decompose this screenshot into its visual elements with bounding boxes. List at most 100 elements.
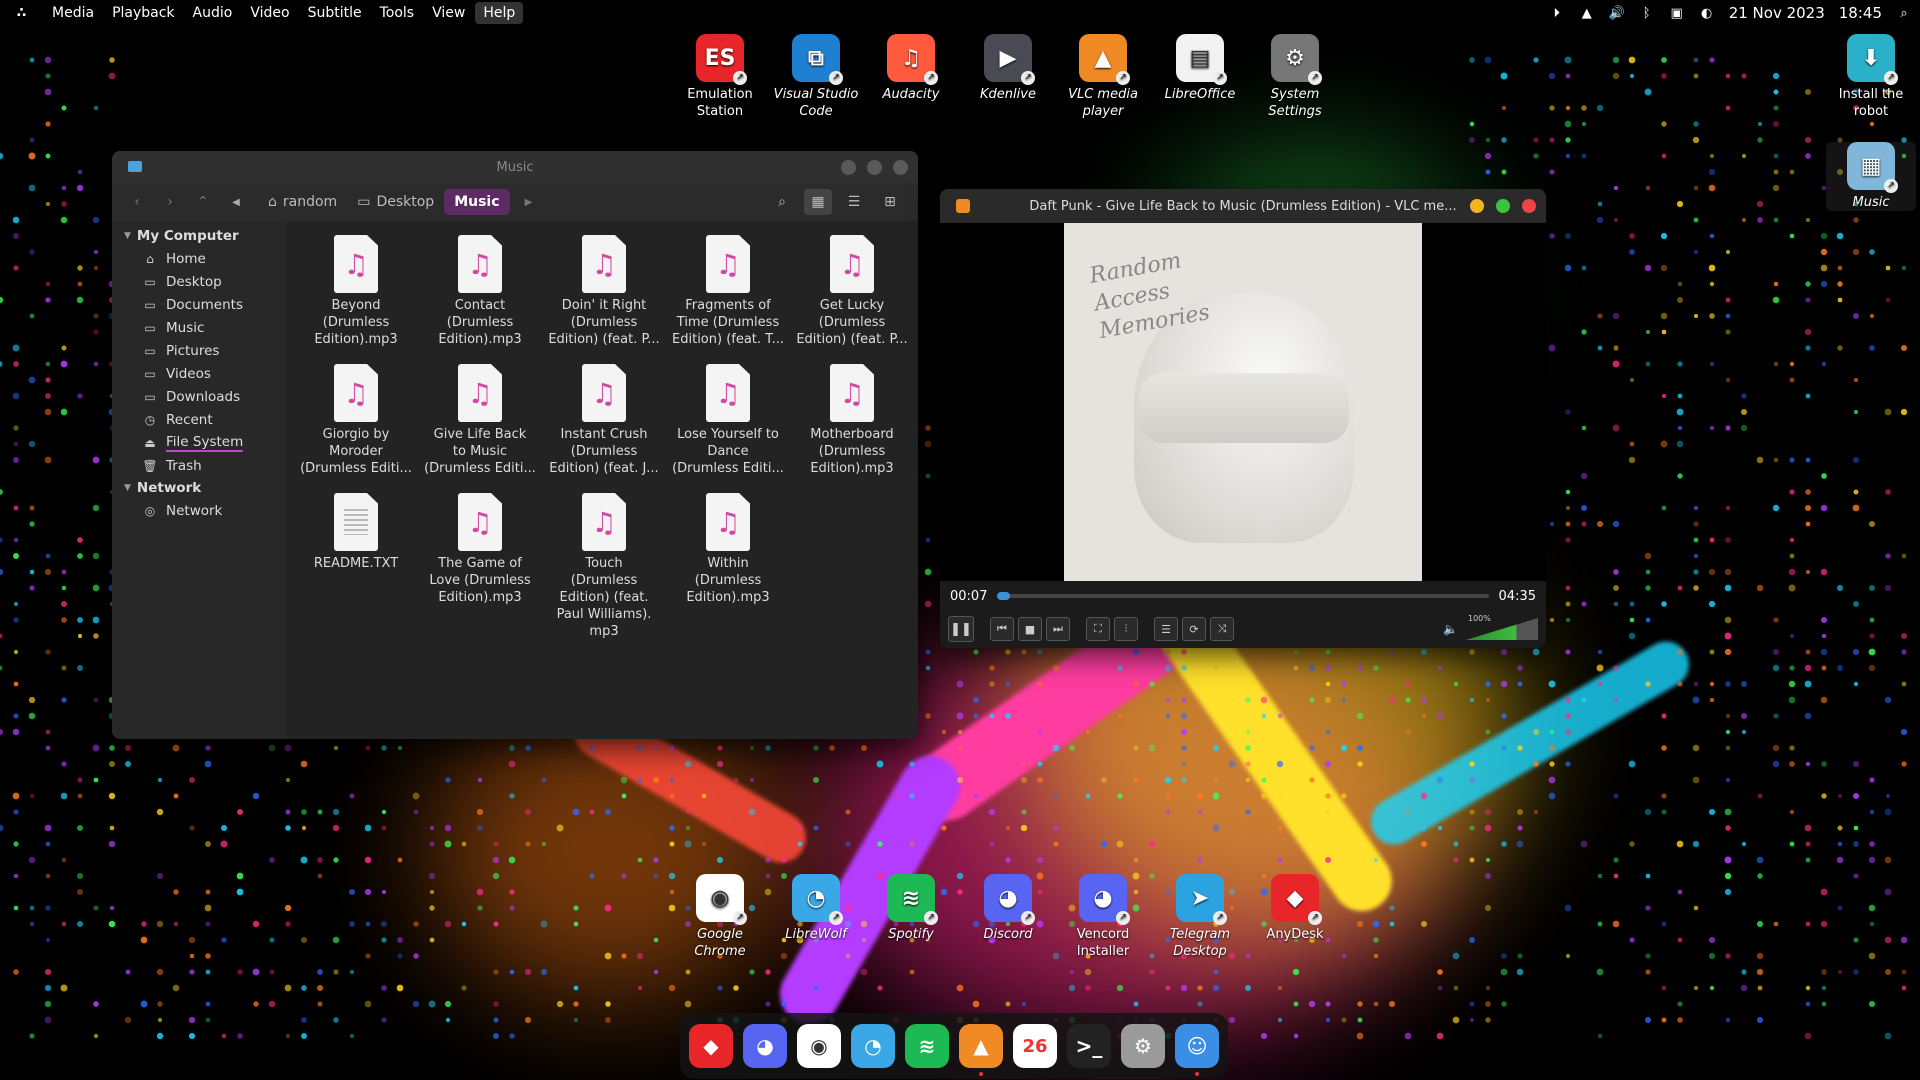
menu-subtitle[interactable]: Subtitle — [300, 2, 370, 24]
sidebar-item-desktop[interactable]: ▭ Desktop — [112, 270, 286, 293]
play-circle-icon[interactable]: ⏵ — [1549, 5, 1565, 21]
next-button[interactable]: ⏭ — [1046, 617, 1070, 641]
libreoffice-desktop-shortcut[interactable]: ▤ ↗ LibreOffice — [1155, 34, 1245, 103]
maximize-button[interactable] — [1496, 199, 1510, 213]
audio-file-item[interactable]: ♫ The Game of Love (Drumless Edition).mp3 — [418, 489, 542, 618]
sidebar-item-documents[interactable]: ▭ Documents — [112, 293, 286, 316]
audio-file-item[interactable]: ♫ Lose Yourself to Dance (Drumless Editi.… — [666, 360, 790, 489]
install-robot-desktop-shortcut[interactable]: ⬇ ↗ Install the robot — [1826, 34, 1916, 120]
kdenlive-desktop-shortcut[interactable]: ▶ ↗ Kdenlive — [963, 34, 1053, 103]
audio-file-item[interactable]: ♫ Give Life Back to Music (Drumless Editi… — [418, 360, 542, 489]
breadcrumb-home[interactable]: ⌂ random — [258, 189, 347, 215]
anydesk-desktop-shortcut[interactable]: ◆ ↗ AnyDesk — [1250, 874, 1340, 943]
breadcrumb-right-icon[interactable]: ▶ — [518, 197, 540, 208]
speaker-icon[interactable]: 🔈 — [1443, 622, 1458, 636]
previous-button[interactable]: ⏮ — [990, 617, 1014, 641]
breadcrumb-desktop[interactable]: ▭ Desktop — [347, 189, 444, 215]
sidebar-item-downloads[interactable]: ▭ Downloads — [112, 385, 286, 408]
video-area[interactable]: Random Access Memories — [940, 223, 1546, 581]
menu-view[interactable]: View — [424, 2, 473, 24]
close-button[interactable] — [893, 160, 908, 175]
sidebar-item-trash[interactable]: 🗑 Trash — [112, 454, 286, 477]
discord-desktop-shortcut[interactable]: ◕ ↗ Discord — [963, 874, 1053, 943]
total-time[interactable]: 04:35 — [1499, 589, 1536, 604]
sidebar-section-network[interactable]: ▼ Network — [112, 477, 286, 499]
close-button[interactable] — [1522, 199, 1536, 213]
stop-button[interactable]: ■ — [1018, 617, 1042, 641]
compact-view-icon[interactable]: ⊞ — [876, 189, 904, 215]
emulationstation-desktop-shortcut[interactable]: ES ↗ Emulation Station — [675, 34, 765, 120]
menu-tools[interactable]: Tools — [372, 2, 423, 24]
audio-file-item[interactable]: ♫ Beyond (Drumless Edition).mp3 — [294, 231, 418, 360]
vscode-desktop-shortcut[interactable]: ⧉ ↗ Visual Studio Code — [771, 34, 861, 120]
sidebar-item-music[interactable]: ▭ Music — [112, 316, 286, 339]
search-icon[interactable]: ⌕ — [768, 189, 796, 215]
extended-settings-button[interactable]: ⫶ — [1114, 617, 1138, 641]
vlc-desktop-shortcut[interactable]: ▲ ↗ VLC media player — [1058, 34, 1148, 120]
tray-clock[interactable]: 18:45 — [1839, 4, 1882, 22]
menu-playback[interactable]: Playback — [104, 2, 182, 24]
icon-view-icon[interactable]: ▦ — [804, 189, 832, 215]
sidebar-item-videos[interactable]: ▭ Videos — [112, 362, 286, 385]
chrome-desktop-shortcut[interactable]: ◉ ↗ Google Chrome — [675, 874, 765, 960]
sidebar-item-file-system[interactable]: ⏏ File System — [112, 431, 286, 454]
dock-terminal[interactable]: >_ — [1067, 1024, 1111, 1068]
menu-help[interactable]: Help — [475, 2, 524, 24]
dock-settings[interactable]: ⚙ — [1121, 1024, 1165, 1068]
screen-icon[interactable]: ▣ — [1669, 5, 1685, 21]
sidebar-item-pictures[interactable]: ▭ Pictures — [112, 339, 286, 362]
list-view-icon[interactable]: ☰ — [840, 189, 868, 215]
dock-chrome[interactable]: ◉ — [797, 1024, 841, 1068]
sidebar-item-home[interactable]: ⌂ Home — [112, 247, 286, 270]
elapsed-time[interactable]: 00:07 — [950, 589, 987, 604]
dock-calendar[interactable]: 26 — [1013, 1024, 1057, 1068]
system-settings-desktop-shortcut[interactable]: ⚙ ↗ System Settings — [1250, 34, 1340, 120]
menu-video[interactable]: Video — [242, 2, 297, 24]
sidebar-item-recent[interactable]: ◷ Recent — [112, 408, 286, 431]
shuffle-button[interactable]: ⤨ — [1210, 617, 1234, 641]
vlc-titlebar[interactable]: Daft Punk - Give Life Back to Music (Dru… — [940, 189, 1546, 223]
loop-button[interactable]: ⟳ — [1182, 617, 1206, 641]
audio-file-item[interactable]: ♫ Contact (Drumless Edition).mp3 — [418, 231, 542, 360]
pause-button[interactable]: ❚❚ — [948, 616, 974, 642]
vlc-cone-icon[interactable]: ▲ — [1579, 5, 1595, 21]
audio-file-item[interactable]: ♫ Doin' it Right (Drumless Edition) (feat… — [542, 231, 666, 360]
forward-icon[interactable]: › — [159, 194, 181, 210]
playlist-button[interactable]: ☰ — [1154, 617, 1178, 641]
audio-file-item[interactable]: ♫ Motherboard (Drumless Edition).mp3 — [790, 360, 914, 489]
telegram-desktop-shortcut[interactable]: ➤ ↗ Telegram Desktop — [1155, 874, 1245, 960]
vencord-desktop-shortcut[interactable]: ◕ ↗ Vencord Installer — [1058, 874, 1148, 960]
file-manager-titlebar[interactable]: Music — [112, 151, 918, 183]
sidebar-item-network[interactable]: ◎ Network — [112, 499, 286, 522]
audio-file-item[interactable]: ♫ Giorgio by Moroder (Drumless Editi... — [294, 360, 418, 489]
audio-file-item[interactable]: ♫ Get Lucky (Drumless Edition) (feat. P..… — [790, 231, 914, 360]
breadcrumb-left-icon[interactable]: ◀ — [225, 197, 247, 208]
minimize-button[interactable] — [841, 160, 856, 175]
volume-slider[interactable]: 100% — [1466, 614, 1538, 640]
fullscreen-button[interactable]: ⛶ — [1086, 617, 1110, 641]
toggle-icon[interactable]: ◐ — [1699, 5, 1715, 21]
seek-slider[interactable] — [997, 592, 1489, 600]
minimize-button[interactable] — [1470, 199, 1484, 213]
dock-librewolf[interactable]: ◔ — [851, 1024, 895, 1068]
bluetooth-icon[interactable]: ᛒ — [1639, 5, 1655, 21]
menu-media[interactable]: Media — [44, 2, 102, 24]
spotify-desktop-shortcut[interactable]: ≋ ↗ Spotify — [866, 874, 956, 943]
audio-file-item[interactable]: ♫ Instant Crush (Drumless Edition) (feat.… — [542, 360, 666, 489]
app-logo-icon[interactable]: ∴ — [0, 5, 44, 21]
back-icon[interactable]: ‹ — [126, 194, 148, 210]
menu-audio[interactable]: Audio — [185, 2, 241, 24]
text-file-item[interactable]: README.TXT — [294, 489, 418, 618]
librewolf-desktop-shortcut[interactable]: ◔ ↗ LibreWolf — [771, 874, 861, 943]
volume-icon[interactable]: 🔊 — [1609, 5, 1625, 21]
audio-file-item[interactable]: ♫ Touch (Drumless Edition) (feat. Paul Wi… — [542, 489, 666, 639]
audacity-desktop-shortcut[interactable]: ♫ ↗ Audacity — [866, 34, 956, 103]
dock-spotify[interactable]: ≋ — [905, 1024, 949, 1068]
maximize-button[interactable] — [867, 160, 882, 175]
dock-finder[interactable]: ☺ — [1175, 1024, 1219, 1076]
dock-anydesk[interactable]: ◆ — [689, 1024, 733, 1068]
audio-file-item[interactable]: ♫ Fragments of Time (Drumless Edition) (f… — [666, 231, 790, 360]
dock-discord[interactable]: ◕ — [743, 1024, 787, 1068]
dock-vlc[interactable]: ▲ — [959, 1024, 1003, 1076]
up-icon[interactable]: ⌃ — [192, 194, 214, 210]
